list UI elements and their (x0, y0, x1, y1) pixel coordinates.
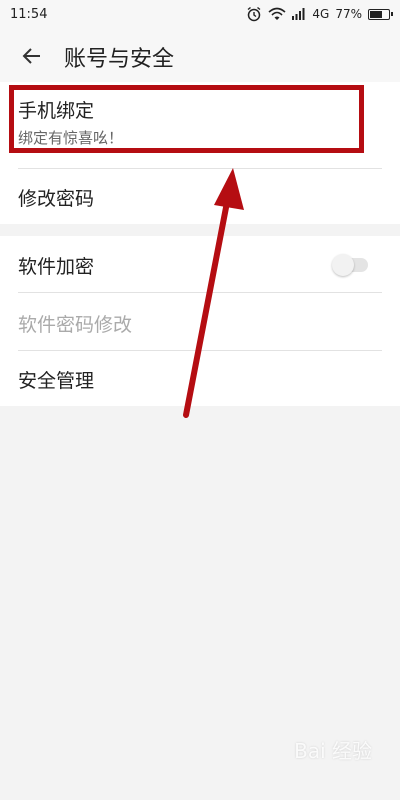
highlight-annotation-box (9, 85, 364, 153)
status-icons: 4G 77% (246, 6, 393, 22)
software-encryption-item[interactable]: 软件加密 (0, 236, 400, 292)
header: 账号与安全 (0, 30, 400, 82)
change-password-label: 修改密码 (18, 188, 95, 210)
security-management-label: 安全管理 (18, 370, 95, 392)
battery-icon (368, 8, 393, 20)
status-bar: 11:54 4G 77% (0, 0, 400, 30)
toggle-knob (332, 254, 354, 276)
alarm-icon (247, 6, 261, 22)
software-encryption-toggle[interactable] (332, 254, 368, 276)
page-title: 账号与安全 (64, 47, 175, 72)
battery-percent: 77% (335, 7, 362, 21)
change-password-item[interactable]: 修改密码 (0, 168, 400, 224)
software-password-change-label: 软件密码修改 (18, 314, 133, 336)
signal-icon (292, 8, 305, 20)
back-arrow-icon[interactable] (20, 44, 44, 68)
watermark: Bai 经验 (294, 739, 372, 763)
security-management-item[interactable]: 安全管理 (0, 350, 400, 406)
network-type: 4G (312, 7, 330, 21)
status-time: 11:54 (10, 7, 48, 22)
wifi-icon (268, 7, 286, 20)
software-password-change-item: 软件密码修改 (0, 292, 400, 350)
software-security-group: 软件加密 软件密码修改 安全管理 (0, 236, 400, 406)
